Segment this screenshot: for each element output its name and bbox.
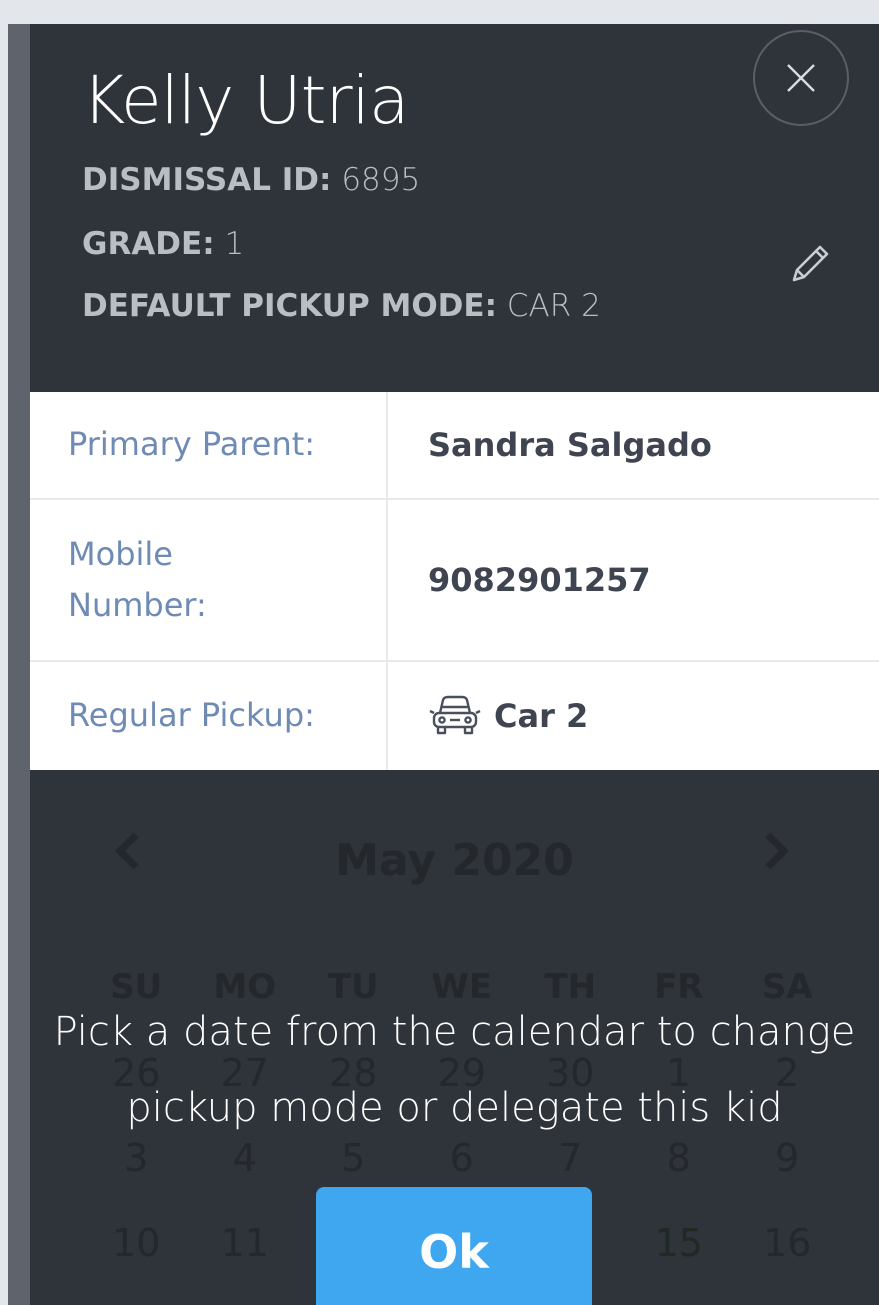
- parent-info-table: Primary Parent: Sandra Salgado Mobile Nu…: [30, 392, 879, 770]
- default-pickup-label: DEFAULT PICKUP MODE:: [82, 288, 497, 324]
- close-button[interactable]: [753, 30, 849, 126]
- regular-pickup-text: Car 2: [494, 697, 589, 735]
- student-header: Kelly Utria DISMISSAL ID: 6895 GRADE: 1 …: [30, 24, 879, 392]
- close-icon: [787, 64, 815, 92]
- primary-parent-value: Sandra Salgado: [428, 426, 712, 464]
- dismissal-id-line: DISMISSAL ID: 6895: [82, 162, 420, 198]
- mobile-number-label: Mobile Number:: [30, 500, 388, 660]
- default-pickup-line: DEFAULT PICKUP MODE: CAR 2: [82, 288, 601, 324]
- dismissal-id-value: 6895: [341, 162, 421, 198]
- regular-pickup-value: Car 2: [388, 662, 879, 770]
- calendar-month-title: May 2020: [335, 835, 574, 886]
- primary-parent-label: Primary Parent:: [30, 392, 388, 498]
- mobile-number-value: 9082901257: [428, 561, 651, 599]
- car-icon: [429, 695, 481, 735]
- calendar-day[interactable]: 10: [82, 1221, 191, 1265]
- edit-button[interactable]: [782, 236, 838, 292]
- calendar-day-selected[interactable]: 15: [625, 1221, 734, 1265]
- dismissal-id-label: DISMISSAL ID:: [82, 162, 332, 198]
- table-row-regular-pickup: Regular Pickup: Car 2: [30, 662, 879, 770]
- calendar-hint-message: Pick a date from the calendar to change …: [53, 1009, 856, 1131]
- table-row-primary-parent: Primary Parent: Sandra Salgado: [30, 392, 879, 500]
- default-pickup-value: CAR 2: [506, 288, 601, 324]
- grade-label: GRADE:: [82, 226, 215, 262]
- grade-value: 1: [224, 226, 245, 262]
- pencil-icon: [792, 245, 829, 282]
- student-name: Kelly Utria: [82, 62, 409, 139]
- table-row-mobile-number: Mobile Number: 9082901257: [30, 500, 879, 662]
- grade-line: GRADE: 1: [82, 226, 244, 262]
- regular-pickup-label: Regular Pickup:: [30, 662, 388, 770]
- calendar-day[interactable]: 16: [733, 1221, 842, 1265]
- next-month-button[interactable]: [762, 831, 792, 882]
- student-detail-panel: Kelly Utria DISMISSAL ID: 6895 GRADE: 1 …: [30, 24, 879, 1305]
- ok-button[interactable]: Ok: [316, 1187, 592, 1305]
- chevron-right-icon: [765, 832, 789, 870]
- backdrop-strip: [8, 24, 30, 1305]
- calendar-day[interactable]: 11: [191, 1221, 300, 1265]
